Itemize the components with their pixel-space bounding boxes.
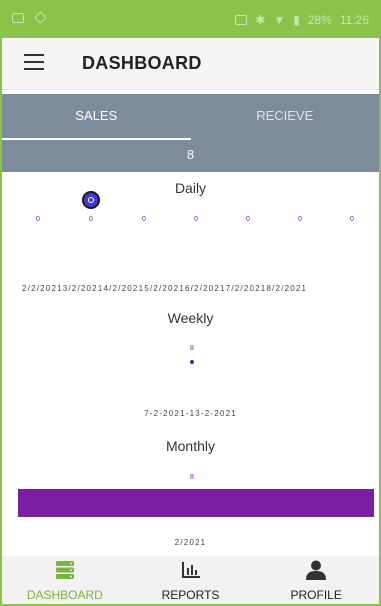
tab-bar: SALES RECIEVE: [2, 94, 379, 140]
tab-recieve[interactable]: RECIEVE: [191, 94, 380, 140]
page-title: DASHBOARD: [82, 53, 202, 73]
hamburger-menu-icon[interactable]: [24, 54, 44, 70]
chart-title-monthly: Monthly: [165, 438, 216, 454]
app-frame: ✱ ▼ ▮ 28% 11:26 DASHBOARD SALES RECIEVE …: [0, 0, 381, 606]
weekly-point[interactable]: [190, 360, 194, 364]
signal-icon: ▮: [293, 13, 300, 27]
nav-label-profile: PROFILE: [290, 588, 342, 602]
bluetooth-icon: ✱: [255, 13, 266, 27]
daily-value-label: 0: [89, 216, 93, 223]
server-stack-icon: [55, 561, 74, 579]
person-icon: [306, 560, 327, 580]
app-bar: DASHBOARD: [2, 38, 379, 90]
daily-value-label: 0: [350, 216, 354, 223]
bar-chart-icon: [181, 562, 200, 578]
navigation-icon: [34, 11, 47, 24]
daily-value-label: 0: [246, 216, 250, 223]
bottom-navigation: DASHBOARD REPORTS PROFILE: [2, 556, 379, 604]
status-bar: ✱ ▼ ▮ 28% 11:26: [2, 0, 379, 38]
nav-label-dashboard: DASHBOARD: [26, 588, 103, 602]
tab-sales[interactable]: SALES: [2, 94, 191, 140]
chart-title-daily: Daily: [174, 180, 207, 196]
monthly-value-label: 8: [190, 474, 194, 481]
nav-reports[interactable]: REPORTS: [128, 556, 254, 604]
monthly-x-label: 2/2021: [174, 538, 207, 547]
nav-dashboard[interactable]: DASHBOARD: [2, 556, 128, 604]
weekly-value-label: 8: [190, 345, 194, 352]
daily-x-axis-labels: 2/2/20213/2/20214/2/20215/2/20216/2/2021…: [22, 284, 308, 293]
daily-value-label: 0: [36, 216, 40, 223]
charts-area: Daily 2/2/20213/2/20214/2/20215/2/20216/…: [2, 172, 379, 558]
daily-selected-point[interactable]: [82, 191, 100, 209]
chart-title-weekly: Weekly: [167, 310, 214, 326]
nav-label-reports: REPORTS: [161, 588, 220, 602]
daily-value-label: 0: [194, 216, 198, 223]
weekly-x-label: 7-2-2021-13-2-2021: [144, 409, 237, 418]
vibrate-icon: [235, 15, 248, 25]
message-icon: [12, 13, 24, 23]
nav-profile[interactable]: PROFILE: [253, 556, 379, 604]
sales-count: 8: [2, 140, 379, 172]
monthly-bar[interactable]: [18, 489, 374, 517]
daily-value-label: 0: [298, 216, 302, 223]
wifi-icon: ▼: [273, 13, 286, 27]
battery-level: 28%: [307, 13, 332, 27]
daily-value-label: 0: [142, 216, 146, 223]
clock: 11:26: [339, 13, 369, 27]
